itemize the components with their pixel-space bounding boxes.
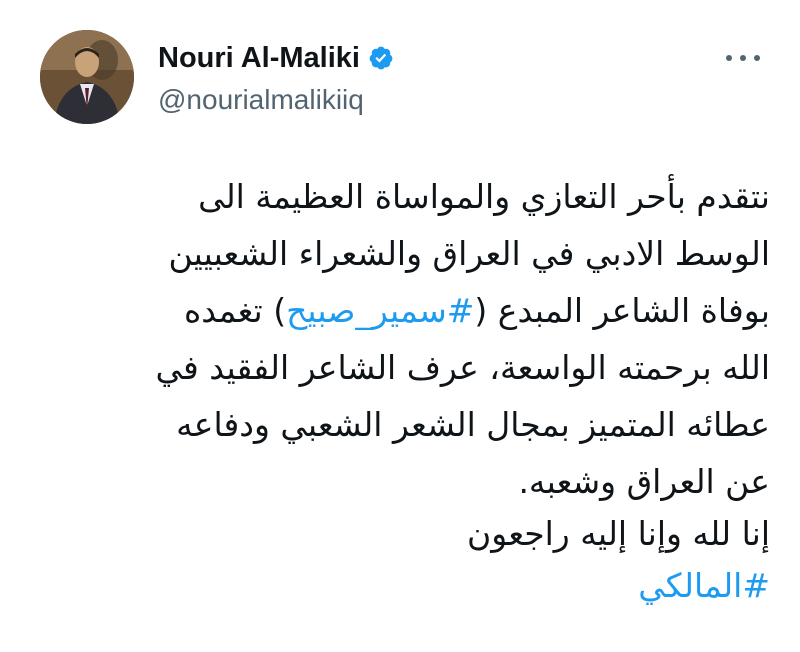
tweet-line: الوسط الادبي في العراق والشعراء الشعبيين	[168, 234, 770, 273]
avatar[interactable]	[40, 30, 134, 124]
tweet-text-segment: بوفاة الشاعر المبدع (	[474, 291, 770, 330]
tweet-line: إنا لله وإنا إليه راجعون	[467, 514, 770, 553]
avatar-photo	[40, 30, 134, 124]
display-name-row: Nouri Al-Maliki	[158, 38, 394, 78]
tweet-line: عطائه المتميز بمجال الشعر الشعبي ودفاعه	[176, 405, 770, 444]
tweet-text-segment: ) تغمده	[183, 291, 287, 330]
tweet: Nouri Al-Maliki @nourialmalikiiq نتقدم ب…	[0, 0, 800, 652]
user-names: Nouri Al-Maliki @nourialmalikiiq	[158, 38, 394, 116]
tweet-line: الله برحمته الواسعة، عرف الشاعر الفقيد ف…	[155, 348, 770, 387]
tweet-text: نتقدم بأحر التعازي والمواساة العظيمة الى…	[50, 168, 770, 614]
tweet-line: عن العراق وشعبه.	[518, 462, 770, 501]
more-dots-icon[interactable]	[726, 48, 760, 68]
dot	[726, 55, 732, 61]
tweet-header: Nouri Al-Maliki @nourialmalikiiq	[40, 26, 770, 136]
tweet-line: نتقدم بأحر التعازي والمواساة العظيمة الى	[198, 177, 770, 216]
user-handle[interactable]: @nourialmalikiiq	[158, 84, 394, 116]
dot	[740, 55, 746, 61]
hashtag-link[interactable]: #المالكي	[50, 558, 770, 614]
hashtag-link[interactable]: #سمير_صبيح	[286, 291, 474, 330]
verified-badge-icon	[368, 45, 394, 71]
dot	[754, 55, 760, 61]
tweet-line: بوفاة الشاعر المبدع (#سمير_صبيح) تغمده	[50, 282, 770, 339]
display-name[interactable]: Nouri Al-Maliki	[158, 42, 360, 75]
